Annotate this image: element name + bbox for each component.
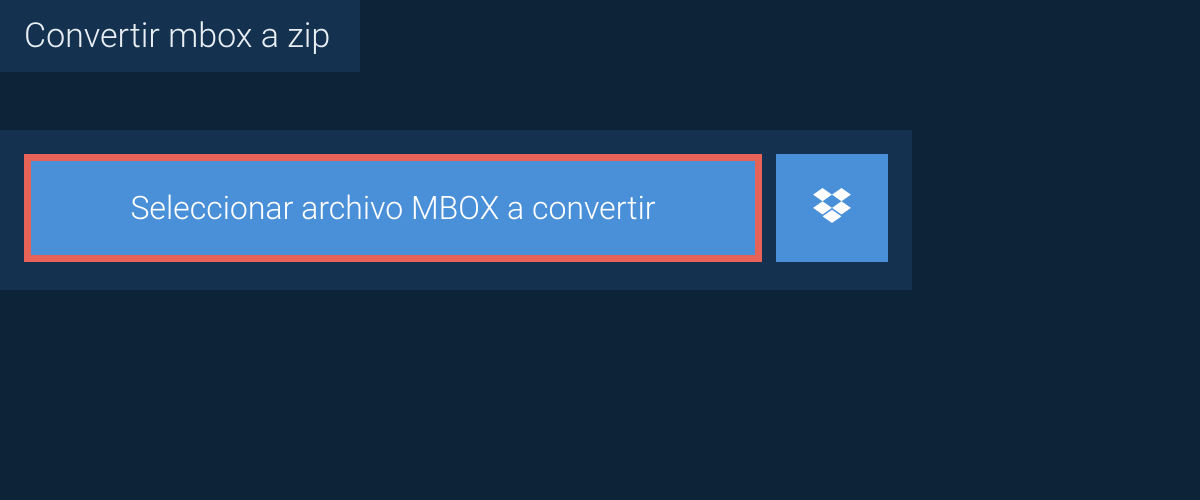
dropbox-button[interactable] (776, 154, 888, 262)
select-file-label: Seleccionar archivo MBOX a convertir (130, 189, 655, 227)
button-row: Seleccionar archivo MBOX a convertir (0, 130, 912, 290)
converter-panel: Seleccionar archivo MBOX a convertir (0, 130, 912, 290)
dropbox-icon (813, 188, 851, 228)
tab-convert[interactable]: Convertir mbox a zip (0, 0, 360, 72)
tab-title: Convertir mbox a zip (24, 16, 330, 56)
tab-bar: Convertir mbox a zip (0, 0, 1200, 72)
select-file-button[interactable]: Seleccionar archivo MBOX a convertir (24, 154, 762, 262)
